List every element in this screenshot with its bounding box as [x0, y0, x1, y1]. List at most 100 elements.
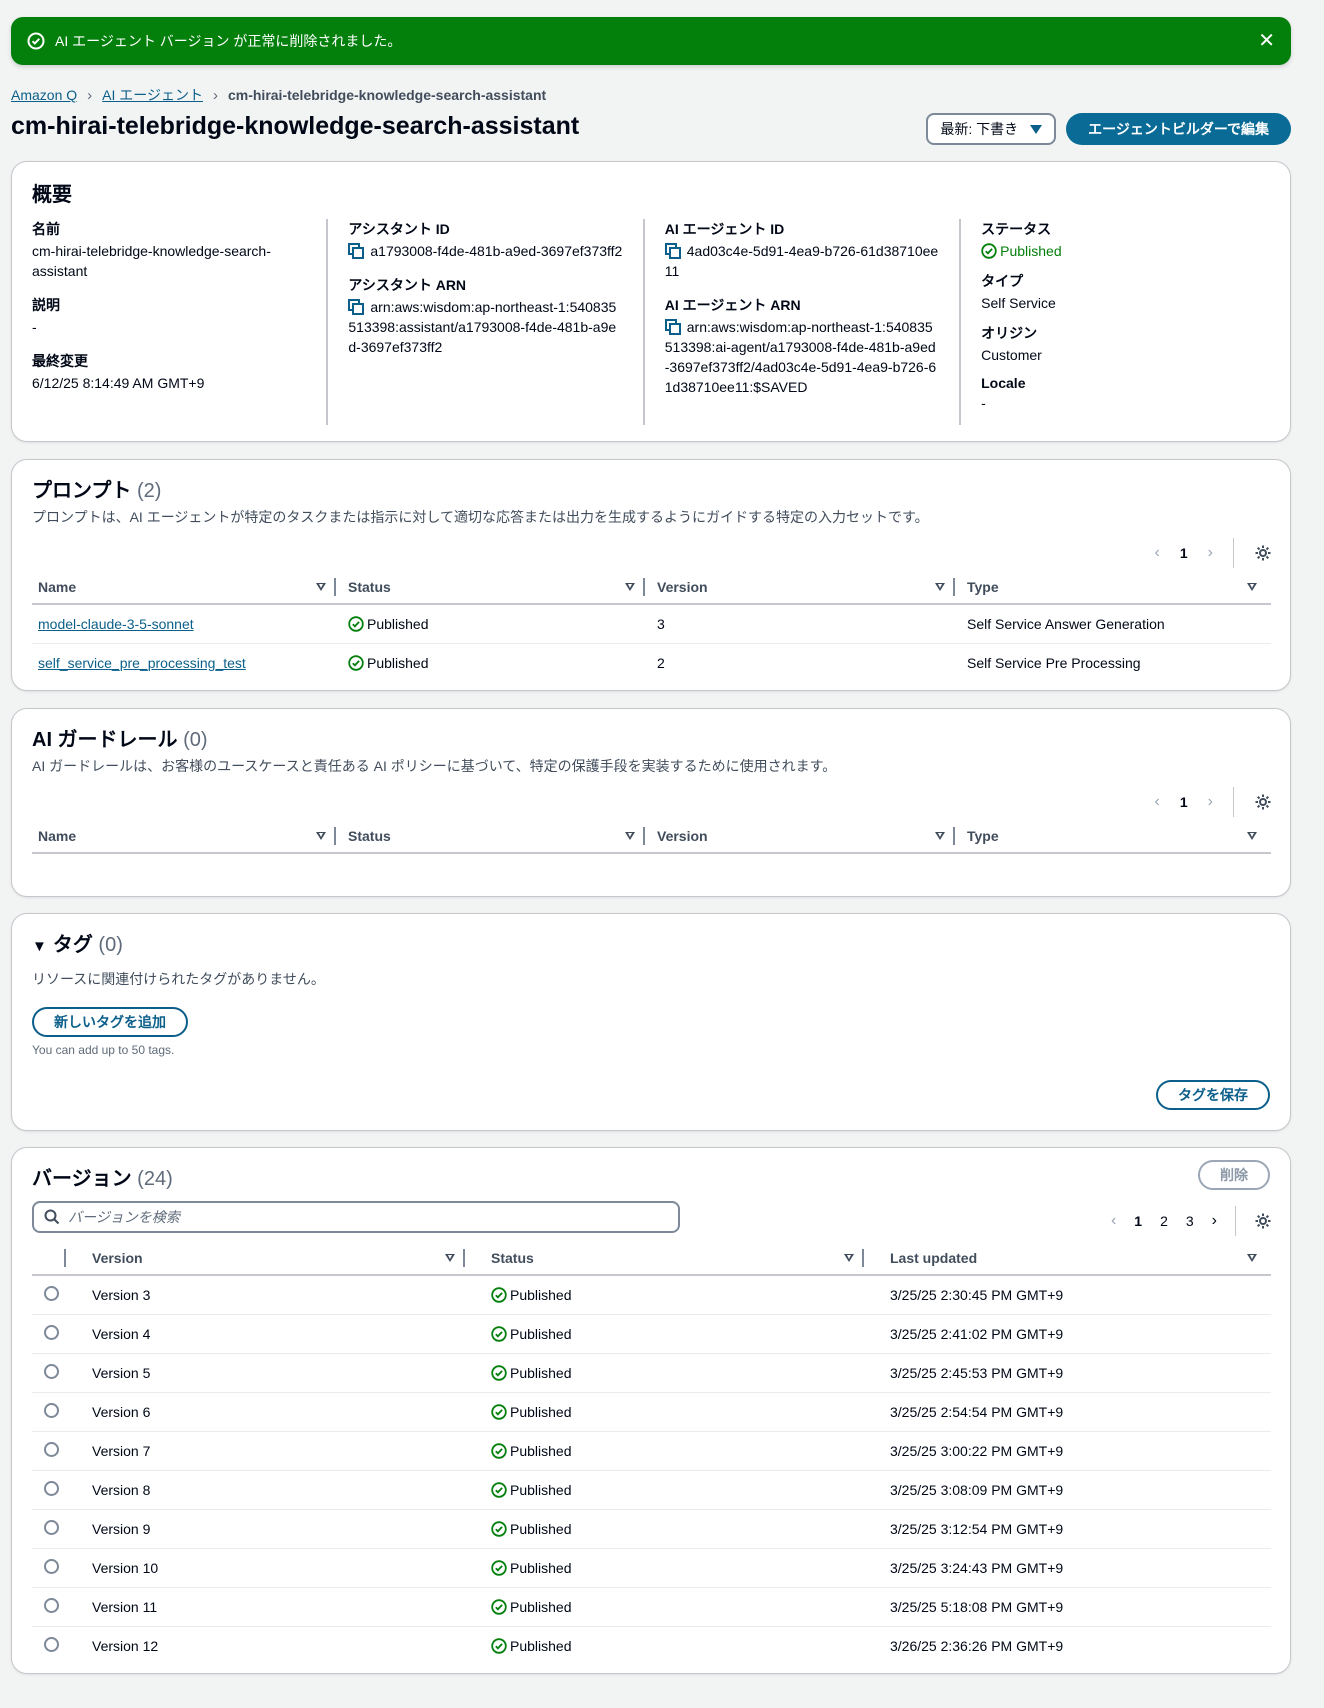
sort-icon[interactable]: [316, 582, 326, 591]
copy-icon[interactable]: [664, 243, 681, 259]
sort-icon[interactable]: [935, 582, 945, 591]
page-number[interactable]: 3: [1186, 1213, 1194, 1229]
chevron-right-icon[interactable]: ›: [1208, 544, 1213, 562]
close-icon[interactable]: ✕: [1258, 31, 1275, 51]
page-number[interactable]: 2: [1160, 1213, 1168, 1229]
table-row: Version 4 Published 3/25/25 2:41:02 PM GMT…: [32, 1314, 1271, 1354]
col-status[interactable]: Status: [348, 828, 625, 844]
chevron-left-icon[interactable]: ‹: [1155, 793, 1160, 811]
gear-icon[interactable]: [1254, 1212, 1272, 1230]
version-name: Version 7: [72, 1431, 471, 1471]
version-updated: 3/25/25 2:30:45 PM GMT+9: [870, 1275, 1271, 1315]
tags-title[interactable]: ▼ タグ (0): [32, 928, 1270, 957]
col-name[interactable]: Name: [38, 828, 316, 844]
pager-divider: [1233, 538, 1234, 568]
guardrails-title: AI ガードレール (0): [32, 723, 1270, 752]
chevron-right-icon[interactable]: ›: [1212, 1212, 1217, 1230]
sort-icon[interactable]: [625, 582, 635, 591]
col-status[interactable]: Status: [491, 1250, 844, 1266]
gear-icon[interactable]: [1254, 793, 1272, 811]
table-row: Version 6 Published 3/25/25 2:54:54 PM GMT…: [32, 1392, 1271, 1432]
breadcrumb-amazon-q[interactable]: Amazon Q: [11, 87, 77, 103]
overview-container: 概要 名前 cm-hirai-telebridge-knowledge-sear…: [11, 161, 1291, 442]
version-name: Version 9: [72, 1509, 471, 1549]
assistant-arn-value: arn:aws:wisdom:ap-northeast-1:5408355133…: [348, 299, 617, 355]
row-radio[interactable]: [44, 1636, 59, 1652]
version-status: Published: [510, 1403, 572, 1420]
row-radio[interactable]: [44, 1285, 59, 1301]
copy-icon[interactable]: [348, 299, 365, 315]
col-status[interactable]: Status: [348, 579, 625, 595]
col-type[interactable]: Type: [967, 828, 1247, 844]
prompt-type: Self Service Answer Generation: [961, 604, 1271, 644]
row-radio[interactable]: [44, 1402, 59, 1418]
col-name[interactable]: Name: [38, 579, 316, 595]
search-input[interactable]: バージョンを検索: [32, 1201, 680, 1233]
row-radio[interactable]: [44, 1363, 59, 1379]
sort-icon[interactable]: [1247, 831, 1257, 840]
prompts-title: プロンプト (2): [32, 474, 1270, 503]
version-name: Version 8: [72, 1470, 471, 1510]
version-name: Version 4: [72, 1314, 471, 1354]
col-last-updated[interactable]: Last updated: [890, 1250, 1247, 1266]
prompts-container: プロンプト (2) プロンプトは、AI エージェントが特定のタスクまたは指示に対…: [11, 459, 1291, 691]
delete-button[interactable]: 削除: [1198, 1160, 1270, 1190]
version-name: Version 6: [72, 1392, 471, 1432]
add-tag-button[interactable]: 新しいタグを追加: [32, 1007, 188, 1037]
col-version[interactable]: Version: [657, 828, 935, 844]
chevron-right-icon: ›: [87, 86, 93, 104]
guardrails-container: AI ガードレール (0) AI ガードレールは、お客様のユースケースと責任ある…: [11, 708, 1291, 897]
guardrails-title-text: AI ガードレール: [32, 729, 178, 751]
gear-icon[interactable]: [1254, 544, 1272, 562]
version-status: Published: [510, 1286, 572, 1303]
caret-down-icon[interactable]: ▼: [32, 938, 47, 955]
chevron-right-icon[interactable]: ›: [1208, 793, 1213, 811]
agent-id-label: AI エージェント ID: [664, 221, 785, 237]
col-type[interactable]: Type: [967, 579, 1247, 595]
version-name: Version 11: [72, 1587, 471, 1627]
row-radio[interactable]: [44, 1558, 59, 1574]
save-tags-button[interactable]: タグを保存: [1156, 1080, 1270, 1110]
table-row: model-claude-3-5-sonnet Published 3 Self…: [32, 604, 1271, 644]
breadcrumb: Amazon Q › AI エージェント › cm-hirai-telebrid…: [11, 85, 546, 105]
version-select[interactable]: 最新: 下書き: [926, 113, 1057, 145]
row-radio[interactable]: [44, 1480, 59, 1496]
breadcrumb-ai-agents[interactable]: AI エージェント: [102, 85, 203, 105]
row-radio[interactable]: [44, 1519, 59, 1535]
table-row: Version 11 Published 3/25/25 5:18:08 PM GM…: [32, 1587, 1271, 1627]
col-version[interactable]: Version: [657, 579, 935, 595]
page-number[interactable]: 1: [1134, 1213, 1142, 1229]
version-updated: 3/25/25 2:54:54 PM GMT+9: [870, 1392, 1271, 1432]
success-icon: [491, 1403, 507, 1420]
row-radio[interactable]: [44, 1324, 59, 1340]
chevron-left-icon[interactable]: ‹: [1155, 544, 1160, 562]
prompt-link[interactable]: model-claude-3-5-sonnet: [38, 616, 194, 632]
prompt-link[interactable]: self_service_pre_processing_test: [38, 655, 246, 671]
sort-icon[interactable]: [316, 831, 326, 840]
sort-icon[interactable]: [1247, 1253, 1257, 1262]
assistant-id-value: a1793008-f4de-481b-a9ed-3697ef373ff2: [370, 243, 623, 259]
sort-icon[interactable]: [935, 831, 945, 840]
copy-icon[interactable]: [348, 243, 365, 259]
col-divider: [643, 826, 645, 845]
sort-icon[interactable]: [445, 1253, 455, 1262]
version-status: Published: [510, 1598, 572, 1615]
success-icon: [491, 1559, 507, 1576]
chevron-left-icon[interactable]: ‹: [1111, 1212, 1116, 1230]
row-radio[interactable]: [44, 1597, 59, 1613]
page-number[interactable]: 1: [1180, 545, 1188, 561]
edit-in-builder-button[interactable]: エージェントビルダーで編集: [1066, 113, 1291, 145]
col-version[interactable]: Version: [92, 1250, 445, 1266]
version-updated: 3/25/25 3:12:54 PM GMT+9: [870, 1509, 1271, 1549]
copy-icon[interactable]: [664, 319, 681, 335]
sort-icon[interactable]: [625, 831, 635, 840]
versions-table: Version Status Last updated Version 3 Pub…: [32, 1241, 1271, 1665]
versions-container: バージョン (24) 削除 バージョンを検索 ‹ 1 2 3 › Version…: [11, 1147, 1291, 1674]
sort-icon[interactable]: [844, 1253, 854, 1262]
sort-icon[interactable]: [1247, 582, 1257, 591]
version-status: Published: [510, 1481, 572, 1498]
row-radio[interactable]: [44, 1441, 59, 1457]
versions-pagination: ‹ 1 2 3 ›: [1111, 1206, 1272, 1236]
page-number[interactable]: 1: [1180, 794, 1188, 810]
version-status: Published: [510, 1364, 572, 1381]
